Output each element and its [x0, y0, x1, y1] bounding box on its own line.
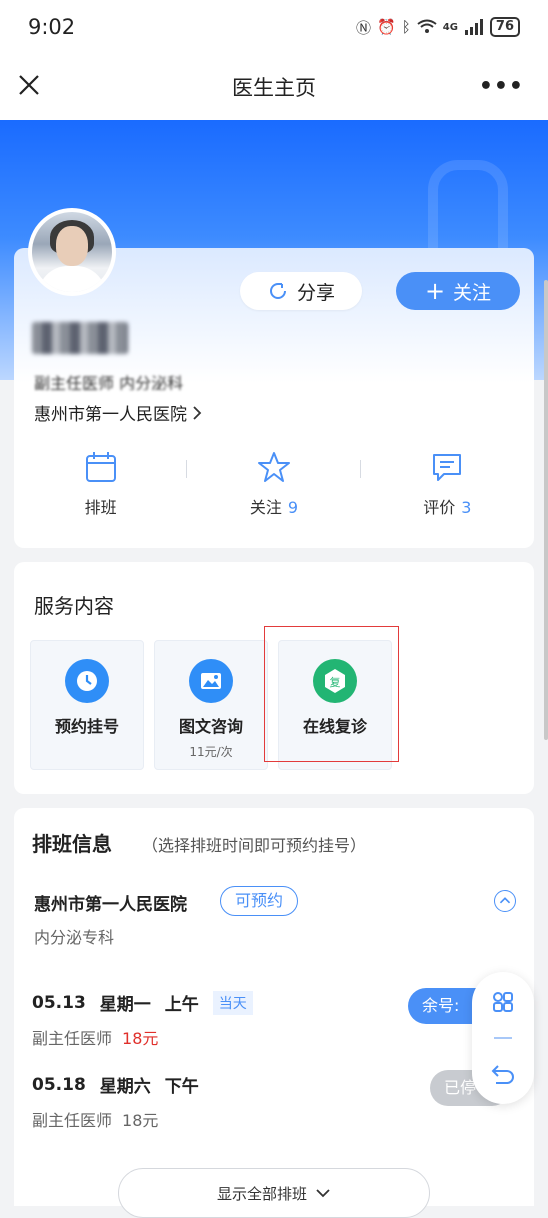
follow-button[interactable]: + 关注 [396, 272, 520, 310]
nav-bar: 医生主页 ••• [0, 54, 548, 120]
battery-indicator: 76 [489, 17, 520, 37]
wifi-icon [417, 19, 437, 33]
comment-icon [433, 454, 462, 481]
today-badge: 当天 [212, 990, 253, 1015]
doctor-name [32, 322, 128, 354]
show-all-label: 显示全部排班 [216, 1184, 307, 1203]
row-doctor-title: 副主任医师 [32, 1029, 113, 1048]
calendar-icon [85, 452, 116, 482]
collapse-icon[interactable] [494, 890, 516, 912]
service-name: 图文咨询 [178, 717, 243, 736]
stat-count: 9 [287, 498, 299, 517]
row-price: 18元 [122, 1111, 159, 1130]
chevron-down-icon [316, 1189, 330, 1198]
schedule-title: 排班信息 [32, 832, 112, 856]
schedule-row[interactable]: 05.13 星期一 上午 当天 副主任医师 18元 [32, 990, 253, 1049]
more-icon[interactable]: ••• [479, 74, 524, 99]
clock-icon [65, 659, 109, 703]
service-appointment[interactable]: 预约挂号 [30, 640, 144, 770]
divider [494, 1037, 512, 1039]
schedule-dept: 内分泌专科 [34, 928, 115, 947]
doctor-title: 副主任医师 内分泌科 [34, 374, 184, 390]
bluetooth-icon: ᛒ [401, 18, 411, 36]
stat-label: 排班 [84, 498, 117, 517]
service-name: 预约挂号 [54, 717, 119, 736]
schedule-row[interactable]: 05.18 星期六 下午 副主任医师 18元 [32, 1072, 199, 1131]
service-consult[interactable]: 图文咨询 11元/次 [154, 640, 268, 770]
row-weekday: 星期六 [99, 1077, 151, 1097]
row-date: 05.18 [32, 1074, 86, 1095]
schedule-hint: （选择排班时间即可预约挂号） [142, 836, 367, 855]
scrollbar[interactable] [544, 280, 548, 740]
signal-icon [464, 19, 483, 35]
nfc-icon: Ⓝ [356, 18, 372, 37]
stat-review[interactable]: 评价 3 [361, 450, 534, 530]
status-icons: Ⓝ ⏰ ᛒ 4G 76 [356, 17, 520, 38]
alarm-icon: ⏰ [377, 18, 396, 36]
service-price: 11元/次 [189, 745, 233, 759]
page-title: 医生主页 [232, 76, 316, 100]
star-icon [257, 452, 290, 482]
back-icon[interactable] [490, 1062, 516, 1086]
close-icon[interactable] [14, 70, 44, 100]
status-time: 9:02 [28, 15, 76, 39]
stat-follow[interactable]: 关注 9 [187, 450, 361, 530]
show-all-button[interactable]: 显示全部排班 [118, 1168, 430, 1218]
stat-label: 关注 [249, 498, 282, 517]
stat-count: 3 [461, 498, 472, 517]
plus-icon: + [424, 277, 446, 305]
status-bar: 9:02 Ⓝ ⏰ ᛒ 4G 76 [0, 0, 548, 54]
follow-label: 关注 [453, 281, 492, 304]
row-period: 下午 [164, 1077, 199, 1097]
row-doctor-title: 副主任医师 [32, 1111, 113, 1130]
avatar [28, 208, 116, 296]
stats-row: 排班 关注 9 评价 3 [14, 450, 534, 530]
highlight-box [264, 626, 399, 762]
available-tag: 可预约 [220, 886, 299, 916]
stat-label: 评价 [423, 498, 456, 517]
grid-icon[interactable] [491, 990, 515, 1014]
share-button[interactable]: 分享 [240, 272, 362, 310]
hospital-link[interactable]: 惠州市第一人民医院 [34, 400, 203, 425]
image-text-icon [189, 659, 233, 703]
row-period: 上午 [164, 995, 199, 1015]
share-label: 分享 [296, 281, 335, 304]
floating-toolbar [472, 972, 534, 1104]
share-icon [269, 283, 286, 299]
stat-schedule[interactable]: 排班 [14, 450, 188, 530]
services-title: 服务内容 [34, 594, 114, 618]
network-type: 4G [442, 21, 458, 33]
row-weekday: 星期一 [99, 995, 151, 1015]
hospital-name: 惠州市第一人民医院 [34, 405, 187, 425]
schedule-card: 排班信息 （选择排班时间即可预约挂号） 惠州市第一人民医院 可预约 内分泌专科 [14, 808, 534, 968]
row-date: 05.13 [32, 992, 86, 1013]
chevron-right-icon [193, 405, 202, 420]
schedule-hospital: 惠州市第一人民医院 [34, 895, 187, 915]
row-price: 18元 [122, 1029, 159, 1048]
